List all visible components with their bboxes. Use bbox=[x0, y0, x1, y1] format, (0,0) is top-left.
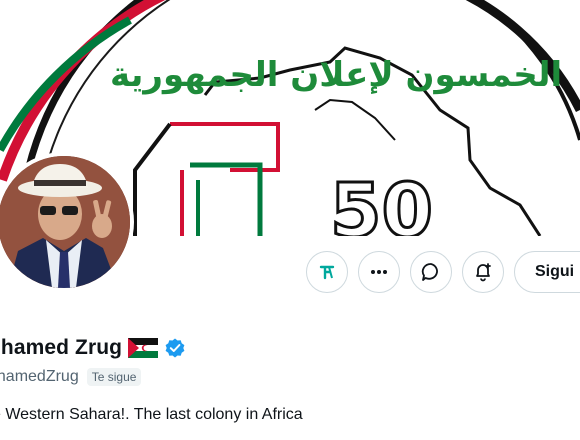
follow-button[interactable]: Sigui bbox=[514, 251, 580, 293]
more-icon bbox=[371, 270, 387, 274]
more-button[interactable] bbox=[358, 251, 400, 293]
profile-avatar[interactable] bbox=[0, 152, 134, 292]
sahrawi-flag-icon bbox=[128, 338, 159, 358]
profile-handle-row: ohamedZrug Te sigue bbox=[0, 368, 142, 386]
message-button[interactable] bbox=[410, 251, 452, 293]
profile-bio: e Western Sahara!. The last colony in Af… bbox=[0, 406, 303, 423]
grok-icon bbox=[319, 265, 335, 280]
banner-anniversary-number: 50 bbox=[330, 168, 433, 236]
notifications-button[interactable] bbox=[462, 251, 504, 293]
verified-badge-icon[interactable] bbox=[164, 337, 186, 359]
profile-handle: ohamedZrug bbox=[0, 368, 79, 385]
profile-actions: Sigui bbox=[306, 250, 580, 294]
follows-you-badge: Te sigue bbox=[86, 368, 142, 386]
grok-button[interactable] bbox=[306, 251, 348, 293]
profile-name-row: ohamed Zrug bbox=[0, 336, 186, 360]
avatar-photo bbox=[0, 156, 130, 288]
message-icon bbox=[421, 263, 438, 281]
notification-bell-icon bbox=[476, 263, 491, 282]
banner-arabic-text: الخمسون لإعلان الجمهورية bbox=[110, 55, 562, 95]
display-name: ohamed Zrug bbox=[0, 336, 123, 359]
